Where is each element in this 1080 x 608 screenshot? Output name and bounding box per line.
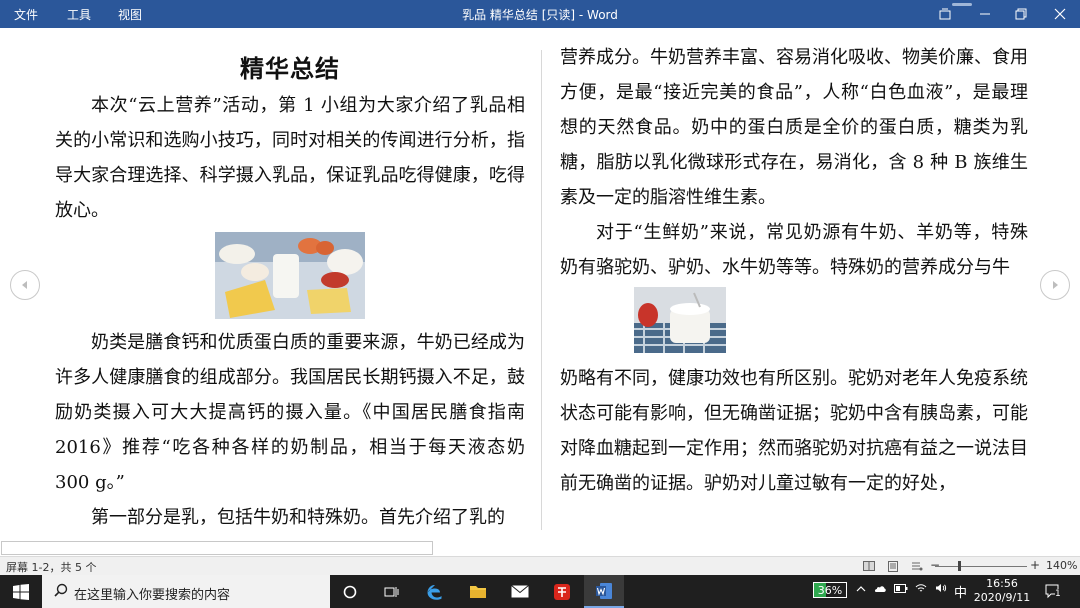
word-taskbar-button[interactable] [584, 575, 624, 608]
minimize-icon [980, 13, 990, 15]
close-button[interactable] [1040, 0, 1080, 28]
page-count: 屏幕 1-2，共 5 个 [6, 561, 97, 574]
start-button[interactable] [0, 575, 42, 608]
cortana-icon [343, 585, 357, 598]
task-view-icon [384, 586, 399, 597]
title-bar: 文件 工具 视图 乳品 精华总结 [只读] - Word [0, 0, 1080, 28]
search-placeholder: 在这里输入你要搜索的内容 [74, 588, 231, 603]
ribbon-options-icon [939, 8, 951, 20]
dairy-products-photo [215, 232, 365, 319]
scrollbar-thumb[interactable] [1, 541, 433, 555]
read-mode-button[interactable] [860, 559, 878, 573]
edge-icon [427, 584, 442, 600]
zoom-slider-thumb[interactable] [958, 561, 961, 571]
volume-button[interactable] [935, 583, 947, 596]
ribbon-display-options-button[interactable] [925, 0, 965, 28]
battery-indicator[interactable]: 36% [813, 582, 847, 598]
paragraph: 营养成分。牛奶营养丰富、容易消化吸收、物美价廉、食用方便，是最“接近完美的食品”… [560, 47, 1028, 208]
battery-icon [894, 584, 908, 593]
page-icon [888, 560, 898, 572]
edge-browser-button[interactable] [415, 575, 455, 608]
web-layout-icon [912, 562, 923, 570]
taskbar-search[interactable]: 在这里输入你要搜索的内容 [42, 575, 330, 608]
mail-button[interactable] [500, 575, 540, 608]
clock[interactable]: 16:56 2020/9/11 [972, 577, 1032, 605]
notification-count: 1 [1055, 589, 1061, 599]
paragraph: 对于“生鲜奶”来说，常见奶源有牛奶、羊奶等，特殊奶有骆驼奶、驴奶、水牛奶等等。特… [560, 222, 1028, 278]
arrow-left-icon [22, 281, 27, 289]
status-bar: 屏幕 1-2，共 5 个 − + 140% [0, 556, 1080, 575]
zoom-out-button[interactable]: − [930, 558, 940, 572]
next-page-button[interactable] [1040, 270, 1070, 300]
document-heading: 精华总结 [240, 54, 340, 83]
cloud-icon [874, 586, 886, 592]
paragraph: 奶略有不同，健康功效也有所区别。驼奶对老年人免疫系统状态可能有影响，但无确凿证据… [560, 368, 1028, 494]
minimize-button[interactable] [965, 0, 1005, 28]
folder-icon [470, 586, 486, 598]
clock-time: 16:56 [986, 577, 1018, 590]
paragraph: 奶类是膳食钙和优质蛋白质的重要来源，牛奶已经成为许多人健康膳食的组成部分。我国居… [55, 332, 525, 493]
app-button[interactable] [542, 575, 582, 608]
paragraph: 本次“云上营养”活动，第 1 小组为大家介绍了乳品相关的小常识和选购小技巧，同时… [55, 95, 525, 221]
taskbar: 在这里输入你要搜索的内容 36% 中 16:56 2020/9/11 1 [0, 575, 1080, 608]
input-method-indicator[interactable]: 中 [954, 582, 967, 601]
zoom-slider[interactable] [935, 566, 1027, 567]
window-title: 乳品 精华总结 [只读] - Word [462, 8, 618, 22]
onedrive-button[interactable] [873, 583, 887, 596]
cortana-button[interactable] [330, 575, 370, 608]
word-icon [596, 582, 612, 599]
clock-date: 2020/9/11 [973, 591, 1031, 604]
read-mode-icon [863, 561, 875, 571]
web-layout-button[interactable] [908, 559, 926, 573]
show-hidden-icons-button[interactable] [856, 583, 866, 596]
action-center-button[interactable]: 1 [1044, 582, 1062, 600]
zoom-in-button[interactable]: + [1030, 558, 1040, 572]
red-app-icon [554, 583, 570, 600]
windows-logo-icon [13, 583, 29, 600]
file-explorer-button[interactable] [458, 575, 498, 608]
zoom-level[interactable]: 140% [1046, 559, 1077, 572]
previous-page-button[interactable] [10, 270, 40, 300]
print-layout-button[interactable] [884, 559, 902, 573]
restore-button[interactable] [1001, 0, 1041, 28]
left-page: 精华总结 本次“云上营养”活动，第 1 小组为大家介绍了乳品相关的小常识和选购小… [55, 40, 525, 538]
page-divider [541, 50, 542, 530]
mail-icon [511, 585, 529, 598]
search-icon [54, 583, 68, 597]
horizontal-scrollbar[interactable] [0, 540, 1080, 556]
task-view-button[interactable] [372, 575, 412, 608]
battery-percent: 36% [817, 583, 843, 597]
chevron-up-icon [856, 586, 866, 592]
close-icon [1054, 8, 1066, 20]
right-page: 营养成分。牛奶营养丰富、容易消化吸收、物美价廉、食用方便，是最“接近完美的食品”… [560, 40, 1028, 538]
restore-icon [1015, 8, 1027, 20]
power-button[interactable] [894, 583, 908, 596]
wifi-icon [915, 584, 927, 592]
arrow-right-icon [1053, 281, 1058, 289]
speaker-icon [936, 584, 947, 592]
yogurt-photo [634, 287, 726, 353]
network-button[interactable] [915, 583, 927, 596]
paragraph: 第一部分是乳，包括牛奶和特殊奶。首先介绍了乳的 [91, 507, 505, 528]
